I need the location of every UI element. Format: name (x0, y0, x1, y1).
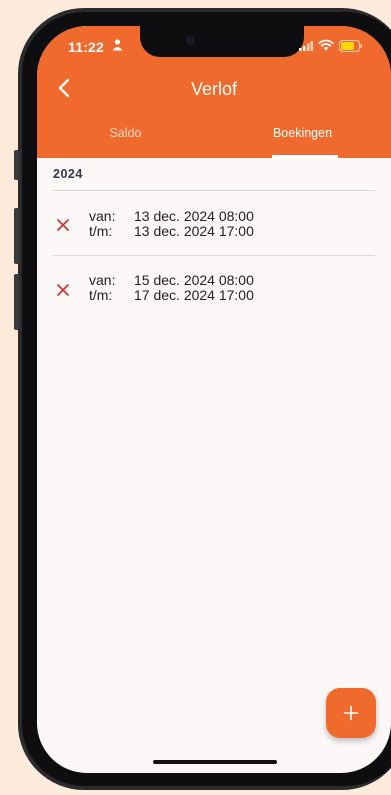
camera-notch (140, 26, 304, 57)
plus-icon (343, 705, 359, 721)
tab-saldo[interactable]: Saldo (37, 126, 214, 140)
from-date: 13 dec. 2024 08:00 (134, 208, 254, 224)
volume-down-button (14, 274, 19, 330)
home-indicator[interactable] (153, 760, 277, 764)
signal-icon (299, 41, 313, 51)
add-booking-button[interactable] (326, 688, 376, 738)
booking-item: van: 13 dec. 2024 08:00 t/m: 13 dec. 202… (37, 191, 391, 251)
mute-switch (14, 150, 19, 180)
to-date: 17 dec. 2024 17:00 (134, 287, 254, 303)
from-date: 15 dec. 2024 08:00 (134, 272, 254, 288)
person-icon (112, 39, 123, 51)
from-label: van: (89, 272, 116, 288)
wifi-icon (318, 39, 334, 51)
app-header: 11:22 Verlof Saldo Boekingen (37, 26, 391, 158)
from-label: van: (89, 208, 116, 224)
close-icon[interactable] (55, 217, 71, 233)
to-label: t/m: (89, 223, 113, 239)
front-camera (186, 36, 195, 45)
active-tab-indicator (272, 155, 338, 158)
year-section-header: 2024 (53, 167, 83, 181)
to-date: 13 dec. 2024 17:00 (134, 223, 254, 239)
tab-boekingen[interactable]: Boekingen (214, 126, 391, 140)
status-time: 11:22 (68, 39, 105, 55)
close-icon[interactable] (55, 282, 71, 298)
app-screen: 11:22 Verlof Saldo Boekingen 2024 van: 1… (37, 26, 391, 773)
to-label: t/m: (89, 287, 113, 303)
booking-item: van: 15 dec. 2024 08:00 t/m: 17 dec. 202… (37, 256, 391, 316)
battery-icon (339, 40, 363, 52)
page-title: Verlof (190, 79, 238, 99)
volume-up-button (14, 208, 19, 264)
